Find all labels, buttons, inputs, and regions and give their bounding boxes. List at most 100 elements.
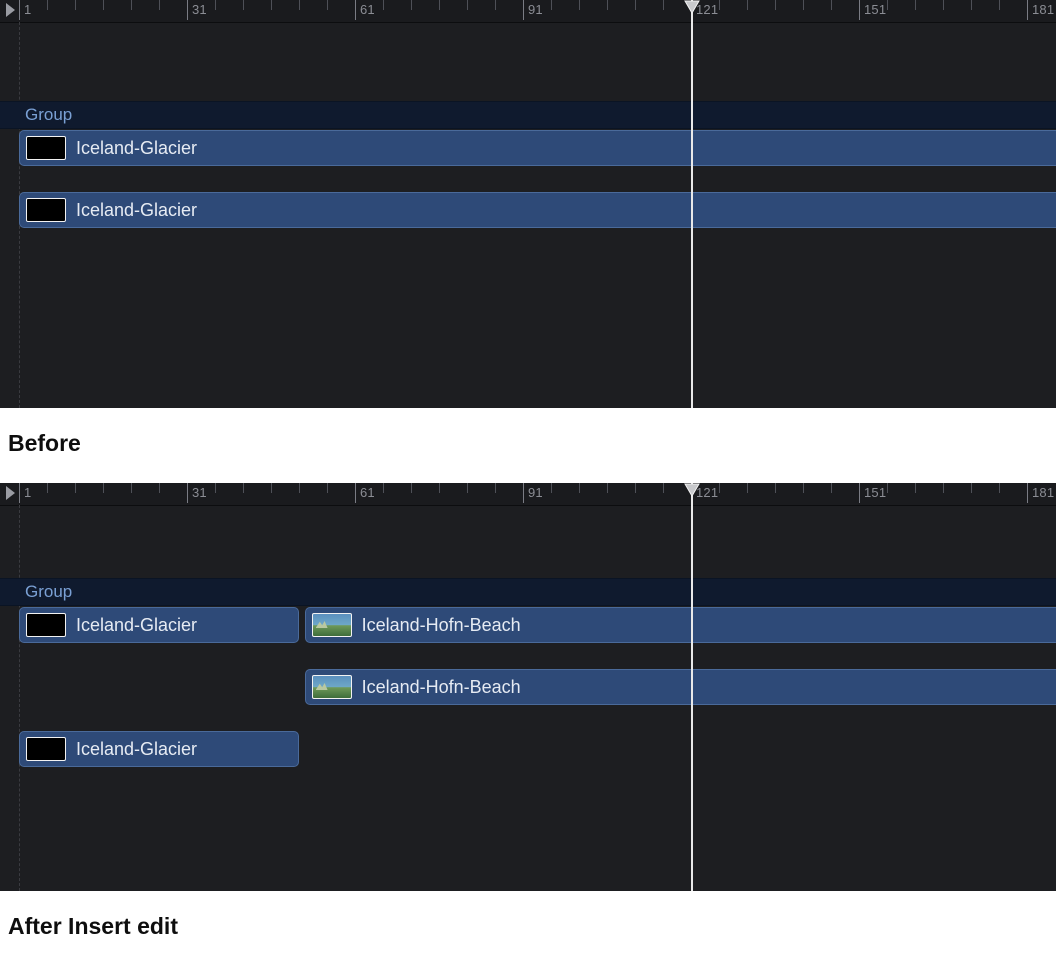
clip-name: Iceland-Glacier: [76, 138, 197, 159]
ruler-tick: [131, 483, 132, 493]
timeline-before[interactable]: 1316191121151181 Group Iceland-Glacier I…: [0, 0, 1056, 408]
ruler-tick: [327, 483, 328, 493]
ruler-label: 181: [1027, 2, 1054, 17]
caption-after: After Insert edit: [0, 891, 1056, 966]
ruler-tick: [551, 483, 552, 493]
ruler-tick: [831, 483, 832, 493]
ruler-tick: [775, 483, 776, 493]
ruler-tick: [635, 483, 636, 493]
clip-thumbnail: [26, 613, 66, 637]
ruler-tick: [271, 483, 272, 493]
ruler-tick: [159, 0, 160, 10]
ruler-tick: [467, 0, 468, 10]
ruler-tick: [215, 483, 216, 493]
clip-name: Iceland-Glacier: [76, 615, 197, 636]
clip-name: Iceland-Hofn-Beach: [362, 615, 521, 636]
ruler-label: 61: [355, 485, 375, 500]
ruler-tick: [663, 483, 664, 493]
ruler-tick: [915, 483, 916, 493]
playhead[interactable]: [691, 483, 693, 891]
clip-thumbnail: [312, 675, 352, 699]
group-label: Group: [25, 105, 72, 125]
playhead[interactable]: [691, 0, 693, 408]
ruler-label: 61: [355, 2, 375, 17]
ruler-tick: [159, 483, 160, 493]
ruler-tick: [47, 0, 48, 10]
ruler-tick: [271, 0, 272, 10]
track-row[interactable]: Iceland-Hofn-Beach: [0, 668, 1056, 706]
clip-thumbnail: [26, 198, 66, 222]
track-row[interactable]: Iceland-Glacier Iceland-Hofn-Beach: [0, 606, 1056, 644]
ruler-tick: [915, 0, 916, 10]
ruler-tick: [243, 483, 244, 493]
group-header[interactable]: Group: [0, 101, 1056, 129]
ruler-label: 151: [859, 485, 886, 500]
ruler-tick: [803, 483, 804, 493]
clip-name: Iceland-Glacier: [76, 200, 197, 221]
ruler-tick: [467, 483, 468, 493]
ruler-tick: [943, 483, 944, 493]
ruler-label: 31: [187, 2, 207, 17]
caption-before: Before: [0, 408, 1056, 483]
clip-thumbnail: [26, 737, 66, 761]
track-row[interactable]: Iceland-Glacier: [0, 730, 1056, 768]
ruler-tick: [103, 0, 104, 10]
ruler-tick: [299, 483, 300, 493]
ruler-tick: [383, 483, 384, 493]
ruler-tick: [299, 0, 300, 10]
group-header[interactable]: Group: [0, 578, 1056, 606]
ruler-tick: [999, 0, 1000, 10]
clip[interactable]: Iceland-Glacier: [19, 130, 1056, 166]
tracks-area[interactable]: Group Iceland-GlacierIceland-Hofn-Beach …: [0, 506, 1056, 818]
ruler-tick: [831, 0, 832, 10]
track-row[interactable]: Iceland-Glacier: [0, 129, 1056, 167]
ruler-tick: [47, 483, 48, 493]
ruler-tick: [663, 0, 664, 10]
ruler-tick: [719, 483, 720, 493]
ruler-tick: [803, 0, 804, 10]
ruler[interactable]: 1316191121151181: [0, 0, 1056, 23]
ruler-tick: [131, 0, 132, 10]
ruler-tick: [439, 483, 440, 493]
ruler-tick: [719, 0, 720, 10]
ruler-label: 151: [859, 2, 886, 17]
timeline-after[interactable]: 1316191121151181 Group Iceland-GlacierIc…: [0, 483, 1056, 891]
clip-thumbnail: [312, 613, 352, 637]
ruler-tick: [383, 0, 384, 10]
ruler-tick: [887, 0, 888, 10]
ruler-tick: [775, 0, 776, 10]
ruler-tick: [495, 483, 496, 493]
clip[interactable]: Iceland-Glacier: [19, 192, 1056, 228]
tracks-area[interactable]: Group Iceland-Glacier Iceland-Glacier: [0, 23, 1056, 279]
ruler-tick: [635, 0, 636, 10]
ruler-tick: [75, 0, 76, 10]
playhead-head-icon: [684, 483, 700, 497]
ruler-tick: [971, 0, 972, 10]
track-row[interactable]: Iceland-Glacier: [0, 191, 1056, 229]
ruler-tick: [75, 483, 76, 493]
clip[interactable]: Iceland-Hofn-Beach: [305, 607, 1056, 643]
clip-name: Iceland-Hofn-Beach: [362, 677, 521, 698]
ruler[interactable]: 1316191121151181: [0, 483, 1056, 506]
in-point-icon[interactable]: [5, 2, 16, 18]
ruler-tick: [579, 483, 580, 493]
ruler-tick: [607, 0, 608, 10]
ruler-label: 91: [523, 485, 543, 500]
clip[interactable]: Iceland-Glacier: [19, 731, 299, 767]
in-point-icon[interactable]: [5, 485, 16, 501]
ruler-label: 1: [19, 485, 31, 500]
clip-thumbnail: [26, 136, 66, 160]
ruler-tick: [215, 0, 216, 10]
ruler-tick: [439, 0, 440, 10]
ruler-tick: [243, 0, 244, 10]
ruler-label: 91: [523, 2, 543, 17]
ruler-tick: [887, 483, 888, 493]
ruler-tick: [327, 0, 328, 10]
clip-name: Iceland-Glacier: [76, 739, 197, 760]
ruler-tick: [103, 483, 104, 493]
ruler-tick: [551, 0, 552, 10]
ruler-label: 31: [187, 485, 207, 500]
clip[interactable]: Iceland-Glacier: [19, 607, 299, 643]
clip[interactable]: Iceland-Hofn-Beach: [305, 669, 1056, 705]
ruler-tick: [943, 0, 944, 10]
